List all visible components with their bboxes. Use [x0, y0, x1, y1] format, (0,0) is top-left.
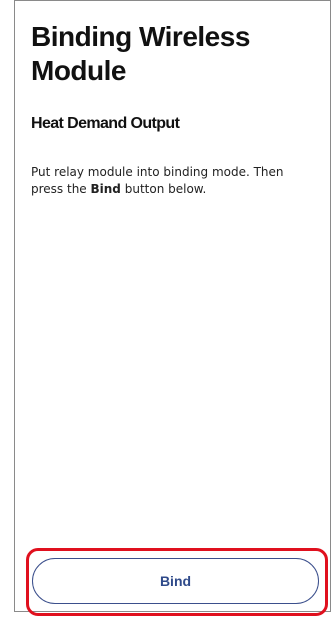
- screen-frame: Binding Wireless Module Heat Demand Outp…: [14, 0, 331, 612]
- bind-button[interactable]: Bind: [32, 558, 319, 604]
- instructions-part-2: button below.: [120, 182, 207, 196]
- instructions-bind-emphasis: Bind: [90, 182, 121, 196]
- section-subtitle: Heat Demand Output: [31, 115, 180, 132]
- page-title: Binding Wireless Module: [31, 21, 250, 86]
- instructions-text: Put relay module into binding mode. Then…: [31, 164, 316, 198]
